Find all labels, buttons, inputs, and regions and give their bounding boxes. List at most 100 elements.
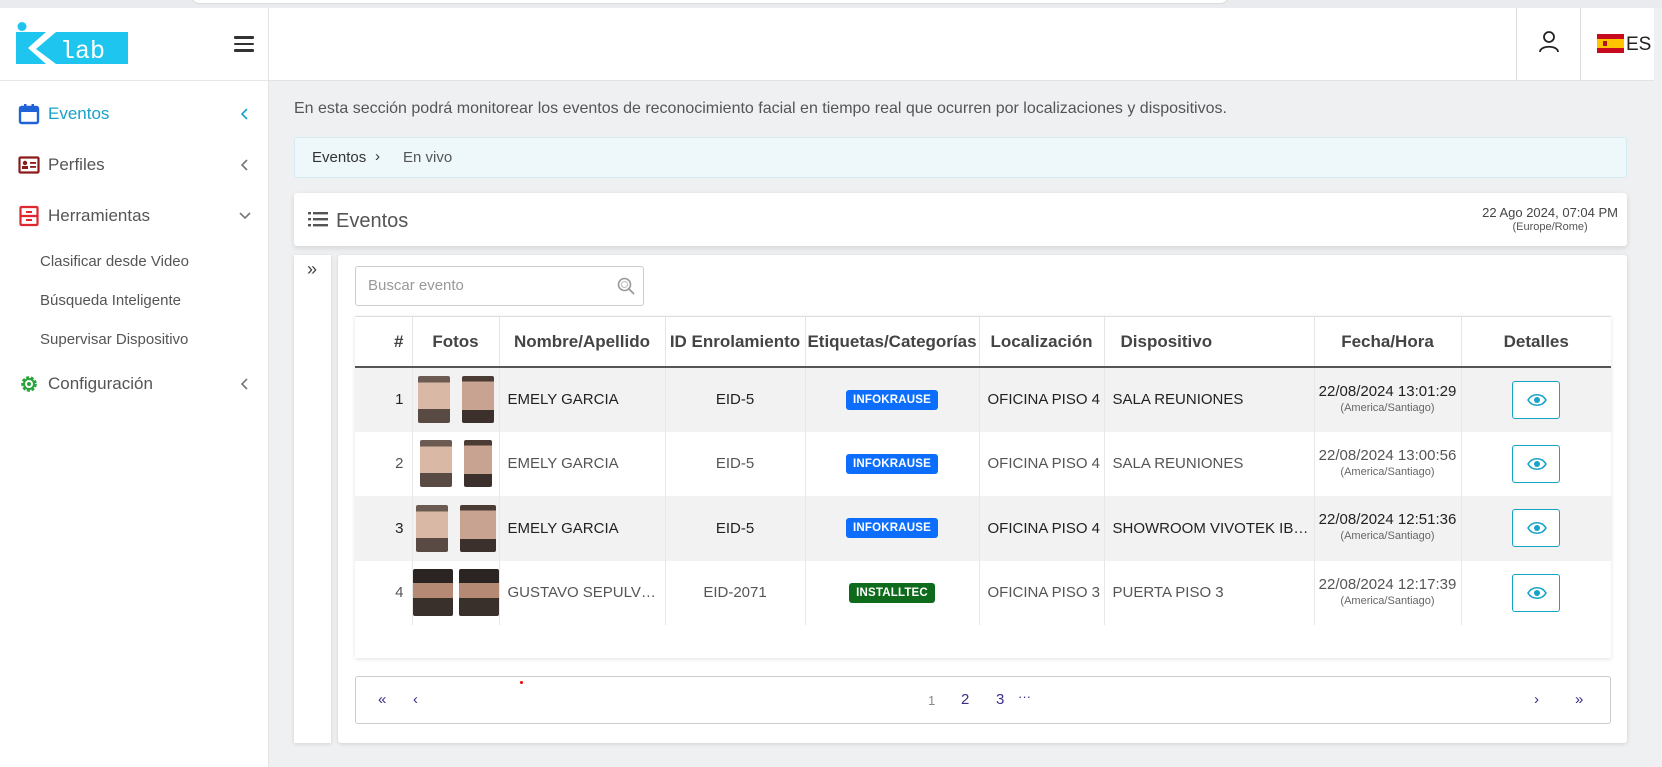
capture-photo[interactable]	[463, 440, 492, 488]
capture-photo[interactable]	[458, 569, 499, 617]
language-label: ES	[1626, 34, 1652, 55]
tag-badge: INFOKRAUSE	[845, 453, 939, 474]
view-details-button[interactable]	[1512, 444, 1561, 483]
face-photo[interactable]	[419, 440, 452, 488]
table-row[interactable]: 1 EMELY GARCIA EID-5 INFOKRAUSE OFICINA …	[355, 367, 1611, 432]
row-number: 3	[355, 496, 413, 561]
logo[interactable]: lab	[16, 22, 128, 66]
column-header-details[interactable]: Detalles	[1461, 317, 1611, 368]
row-name: GUSTAVO SEPULVEDA	[499, 560, 666, 625]
view-details-button[interactable]	[1512, 509, 1561, 548]
datetime-timezone: (America/Santiago)	[1340, 594, 1435, 607]
column-header-number[interactable]: #	[355, 317, 413, 368]
row-enrollment-id: EID-5	[665, 367, 806, 432]
table-row[interactable]: 3 EMELY GARCIA EID-5 INFOKRAUSE OFICINA …	[355, 496, 1611, 561]
row-device: SALA REUNIONES	[1104, 431, 1315, 496]
column-header-location[interactable]: Localización	[979, 317, 1105, 368]
row-photos	[412, 431, 500, 496]
sidebar-item-label: Eventos	[48, 104, 110, 123]
table-row[interactable]: 2 EMELY GARCIA EID-5 INFOKRAUSE OFICINA …	[355, 431, 1611, 496]
search-input[interactable]	[368, 277, 608, 294]
next-page-button[interactable]: ›	[1534, 691, 1539, 708]
page-button-3[interactable]: 3	[996, 691, 1004, 708]
events-table-container: # Fotos Nombre/Apellido ID Enrolamiento …	[355, 316, 1611, 658]
column-header-name[interactable]: Nombre/Apellido	[499, 317, 666, 368]
row-name: EMELY GARCIA	[499, 431, 666, 496]
column-header-photos[interactable]: Fotos	[412, 317, 500, 368]
view-details-button[interactable]	[1512, 573, 1561, 612]
current-datetime: 22 Ago 2024, 07:04 PM (Europe/Rome)	[1482, 205, 1618, 233]
datetime-timezone: (America/Santiago)	[1340, 530, 1435, 543]
face-photo[interactable]	[412, 569, 453, 617]
sidebar-subitem-clasificar[interactable]: Clasificar desde Video	[0, 242, 268, 281]
sidebar-item-label: Configuración	[48, 374, 153, 393]
logo-area: lab	[0, 8, 268, 81]
column-header-tags[interactable]: Etiquetas/Categorías	[805, 317, 980, 368]
events-panel: # Fotos Nombre/Apellido ID Enrolamiento …	[338, 255, 1627, 743]
sidebar: lab Eventos Perfiles Herramientas Clasif…	[0, 8, 269, 767]
sidebar-subitem-supervisar[interactable]: Supervisar Dispositivo	[0, 320, 268, 359]
row-location: OFICINA PISO 3	[979, 560, 1105, 625]
gear-icon	[21, 376, 37, 392]
breadcrumb-separator-icon: ›	[375, 148, 380, 165]
eye-icon	[1527, 522, 1548, 535]
page-button-2[interactable]: 2	[961, 691, 969, 708]
address-bar	[190, 0, 1230, 4]
column-header-datetime[interactable]: Fecha/Hora	[1314, 317, 1462, 368]
row-tags: INSTALLTEC	[805, 560, 980, 625]
sidebar-item-configuracion[interactable]: Configuración	[0, 359, 268, 410]
list-icon	[308, 212, 328, 227]
column-header-enrollment-id[interactable]: ID Enrolamiento	[665, 317, 806, 368]
row-device: SALA REUNIONES	[1104, 367, 1315, 432]
row-datetime: 22/08/2024 13:00:56 (America/Santiago)	[1314, 431, 1462, 496]
user-menu-button[interactable]	[1516, 8, 1581, 81]
row-photos	[412, 367, 500, 432]
capture-photo[interactable]	[459, 504, 496, 552]
row-photos	[412, 496, 500, 561]
sidebar-item-herramientas[interactable]: Herramientas	[0, 191, 268, 242]
archive-icon	[19, 205, 39, 227]
datetime-value: 22/08/2024 12:17:39	[1318, 575, 1457, 593]
breadcrumb-eventos-link[interactable]: Eventos	[312, 149, 366, 166]
datetime-value: 22/08/2024 12:51:36	[1318, 511, 1457, 529]
row-device: SHOWROOM VIVOTEK IB938...	[1104, 496, 1315, 561]
chevron-left-icon	[240, 108, 248, 120]
capture-photo[interactable]	[461, 376, 494, 424]
events-table: # Fotos Nombre/Apellido ID Enrolamiento …	[355, 317, 1611, 625]
first-page-button[interactable]: «	[378, 691, 386, 708]
row-device: PUERTA PISO 3	[1104, 560, 1315, 625]
row-tags: INFOKRAUSE	[805, 431, 980, 496]
sidebar-item-label: Herramientas	[48, 206, 151, 225]
browser-top-bar	[0, 0, 1662, 8]
panel-title: Eventos	[336, 210, 409, 232]
tag-badge: INFOKRAUSE	[845, 518, 939, 539]
prev-page-button[interactable]: ‹	[413, 691, 418, 708]
sidebar-item-perfiles[interactable]: Perfiles	[0, 140, 268, 191]
column-header-device[interactable]: Dispositivo	[1104, 317, 1315, 368]
face-photo[interactable]	[415, 504, 448, 552]
id-card-icon	[18, 156, 40, 174]
sidebar-item-eventos[interactable]: Eventos	[0, 89, 268, 140]
language-selector[interactable]: ES	[1582, 8, 1654, 81]
table-row[interactable]: 4 GUSTAVO SEPULVEDA EID-2071 INSTALLTEC …	[355, 560, 1611, 625]
page-button-1[interactable]: 1	[928, 693, 935, 708]
spain-flag-icon	[1597, 34, 1624, 53]
search-box	[355, 266, 644, 306]
page-description: En esta sección podrá monitorear los eve…	[294, 100, 1227, 117]
row-number: 1	[355, 367, 413, 432]
search-icon[interactable]	[617, 277, 635, 295]
datetime-value: 22/08/2024 13:00:56	[1318, 446, 1457, 464]
last-page-button[interactable]: »	[1575, 691, 1583, 708]
pagination-ellipsis[interactable]: ···	[1018, 689, 1031, 704]
tag-badge: INFOKRAUSE	[845, 389, 939, 410]
face-photo[interactable]	[417, 376, 450, 424]
view-details-button[interactable]	[1512, 380, 1561, 419]
row-number: 2	[355, 431, 413, 496]
filters-toggle-button[interactable]: »	[294, 255, 331, 743]
datetime-value: 22 Ago 2024, 07:04 PM	[1482, 205, 1618, 220]
sidebar-subitem-busqueda[interactable]: Búsqueda Inteligente	[0, 281, 268, 320]
menu-toggle-button[interactable]	[234, 36, 254, 52]
row-enrollment-id: EID-2071	[665, 560, 806, 625]
eye-icon	[1527, 586, 1548, 599]
double-chevron-right-icon: »	[307, 259, 318, 279]
